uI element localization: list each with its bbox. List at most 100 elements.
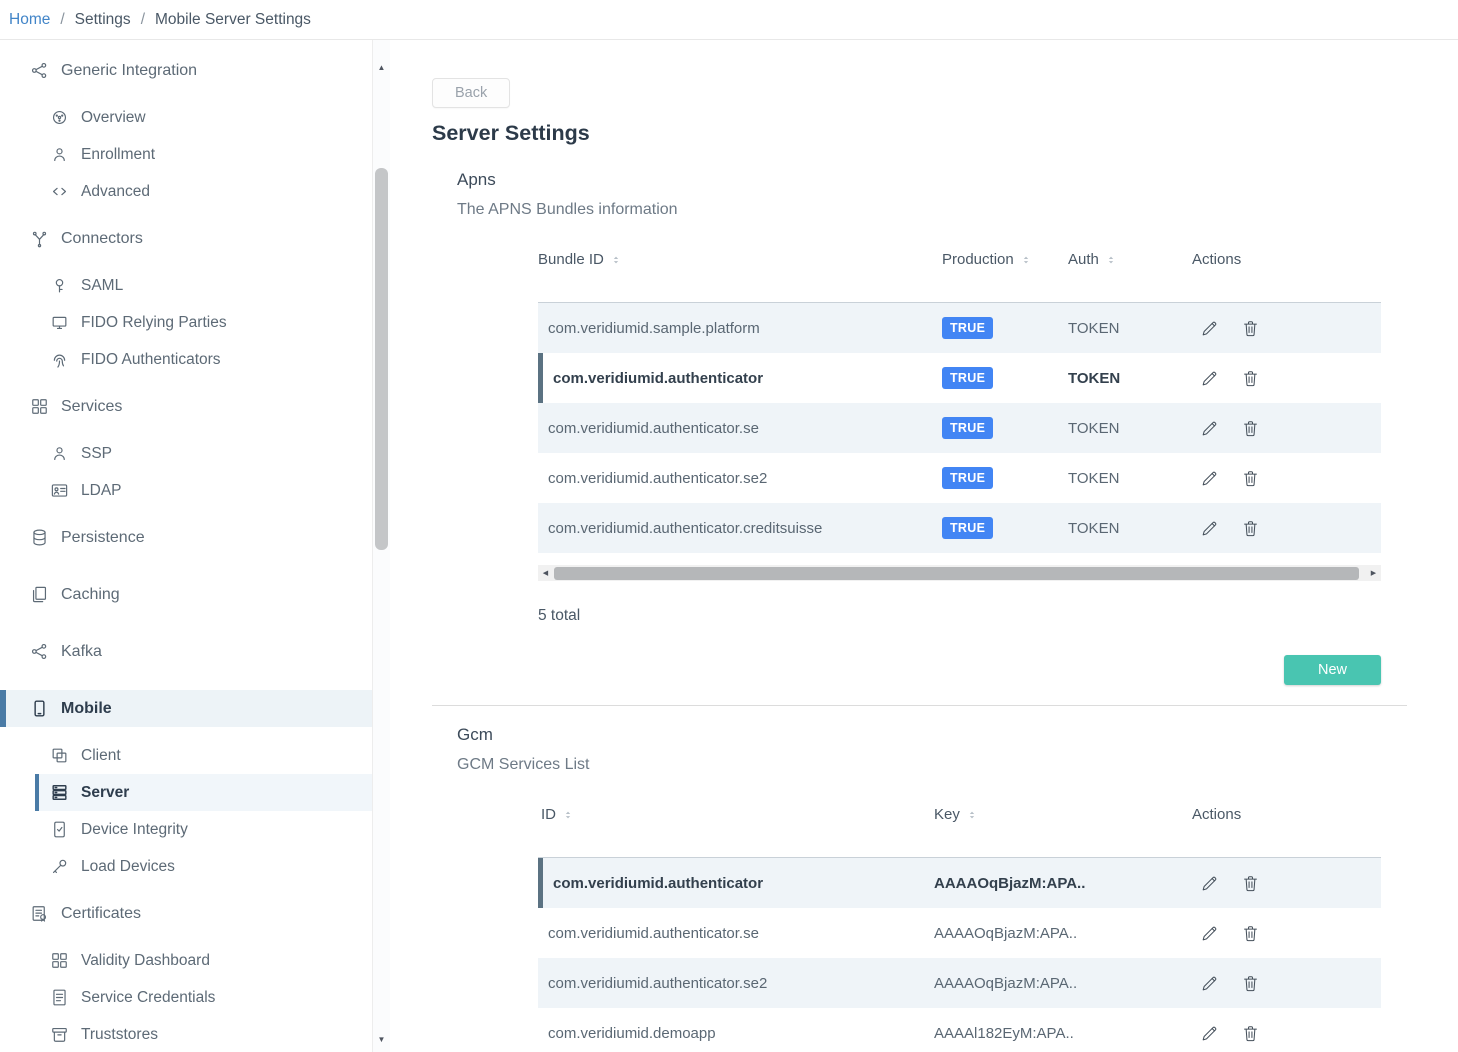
sidebar-item-validity-dashboard[interactable]: Validity Dashboard bbox=[0, 942, 372, 979]
id-cell: com.veridiumid.authenticator bbox=[543, 875, 928, 892]
edit-icon[interactable] bbox=[1200, 519, 1219, 538]
document-icon bbox=[50, 988, 69, 1007]
edit-icon[interactable] bbox=[1200, 469, 1219, 488]
database-icon bbox=[30, 528, 49, 547]
phone-icon bbox=[30, 699, 49, 718]
sidebar-item-caching[interactable]: Caching bbox=[0, 576, 372, 613]
fingerprint-icon bbox=[50, 350, 69, 369]
table-row[interactable]: com.veridiumid.authenticator.creditsuiss… bbox=[538, 503, 1381, 553]
sidebar-item-overview[interactable]: Overview bbox=[0, 99, 372, 136]
scroll-up-icon[interactable] bbox=[373, 60, 390, 74]
bundle-id-cell: com.veridiumid.authenticator.se2 bbox=[538, 470, 932, 487]
key-cell: AAAAOqBjazM:APA.. bbox=[928, 975, 1182, 992]
delete-icon[interactable] bbox=[1241, 924, 1260, 943]
sidebar-item-kafka[interactable]: Kafka bbox=[0, 633, 372, 670]
delete-icon[interactable] bbox=[1241, 469, 1260, 488]
sidebar-item-saml[interactable]: SAML bbox=[0, 267, 372, 304]
table-row[interactable]: com.veridiumid.authenticator.se2 AAAAOqB… bbox=[538, 958, 1381, 1008]
table-row[interactable]: com.veridiumid.demoapp AAAAl182EyM:APA.. bbox=[538, 1008, 1381, 1052]
sidebar-item-persistence[interactable]: Persistence bbox=[0, 519, 372, 556]
edit-icon[interactable] bbox=[1200, 924, 1219, 943]
table-row[interactable]: com.veridiumid.sample.platform TRUE TOKE… bbox=[538, 303, 1381, 353]
sidebar-item-services[interactable]: Services bbox=[0, 388, 372, 425]
sort-icon bbox=[1021, 253, 1031, 267]
back-button[interactable]: Back bbox=[432, 78, 510, 108]
column-header-bundle-id[interactable]: Bundle ID bbox=[538, 251, 932, 268]
edit-icon[interactable] bbox=[1200, 369, 1219, 388]
gcm-section-title: Gcm bbox=[457, 725, 1407, 745]
delete-icon[interactable] bbox=[1241, 419, 1260, 438]
sort-icon bbox=[967, 808, 977, 822]
key-cell: AAAAOqBjazM:APA.. bbox=[928, 875, 1182, 892]
screen-icon bbox=[50, 313, 69, 332]
sidebar-item-advanced[interactable]: Advanced bbox=[0, 173, 372, 210]
breadcrumb-settings[interactable]: Settings bbox=[75, 11, 131, 29]
sidebar-item-ssp[interactable]: SSP bbox=[0, 435, 372, 472]
sidebar-item-truststores[interactable]: Truststores bbox=[0, 1016, 372, 1052]
delete-icon[interactable] bbox=[1241, 974, 1260, 993]
table-row[interactable]: com.veridiumid.authenticator.se2 TRUE TO… bbox=[538, 453, 1381, 503]
edit-icon[interactable] bbox=[1200, 974, 1219, 993]
delete-icon[interactable] bbox=[1241, 319, 1260, 338]
sidebar-item-server[interactable]: Server bbox=[35, 774, 372, 811]
sidebar-item-client[interactable]: Client bbox=[0, 737, 372, 774]
production-badge: TRUE bbox=[942, 517, 993, 539]
sidebar-item-ldap[interactable]: LDAP bbox=[0, 472, 372, 509]
table-row[interactable]: com.veridiumid.authenticator.se TRUE TOK… bbox=[538, 403, 1381, 453]
edit-icon[interactable] bbox=[1200, 419, 1219, 438]
key-cell: AAAAOqBjazM:APA.. bbox=[928, 925, 1182, 942]
column-header-production[interactable]: Production bbox=[932, 251, 1058, 268]
sidebar-item-device-integrity[interactable]: Device Integrity bbox=[0, 811, 372, 848]
column-header-id[interactable]: ID bbox=[538, 806, 928, 823]
breadcrumb-home[interactable]: Home bbox=[9, 11, 50, 29]
table-row-selected[interactable]: com.veridiumid.authenticator AAAAOqBjazM… bbox=[538, 858, 1381, 908]
edit-icon[interactable] bbox=[1200, 1024, 1219, 1043]
delete-icon[interactable] bbox=[1241, 369, 1260, 388]
sidebar: Generic Integration Overview Enrollment … bbox=[0, 40, 372, 1052]
column-header-auth[interactable]: Auth bbox=[1058, 251, 1182, 268]
sidebar-item-fido-relying-parties[interactable]: FIDO Relying Parties bbox=[0, 304, 372, 341]
key-cell: AAAAl182EyM:APA.. bbox=[928, 1025, 1182, 1042]
bundle-id-cell: com.veridiumid.authenticator.creditsuiss… bbox=[538, 520, 932, 537]
sidebar-scrollbar[interactable] bbox=[372, 40, 390, 1052]
auth-cell: TOKEN bbox=[1058, 520, 1182, 537]
apns-total-count: 5 total bbox=[538, 607, 1407, 625]
delete-icon[interactable] bbox=[1241, 519, 1260, 538]
production-badge: TRUE bbox=[942, 367, 993, 389]
delete-icon[interactable] bbox=[1241, 1024, 1260, 1043]
sidebar-scrollbar-thumb[interactable] bbox=[375, 168, 388, 550]
bundle-id-cell: com.veridiumid.sample.platform bbox=[538, 320, 932, 337]
table-row[interactable]: com.veridiumid.authenticator.se AAAAOqBj… bbox=[538, 908, 1381, 958]
breadcrumb: Home / Settings / Mobile Server Settings bbox=[0, 0, 1458, 40]
sidebar-item-certificates[interactable]: Certificates bbox=[0, 895, 372, 932]
edit-icon[interactable] bbox=[1200, 874, 1219, 893]
table-horizontal-scrollbar[interactable] bbox=[538, 565, 1381, 581]
sidebar-item-service-credentials[interactable]: Service Credentials bbox=[0, 979, 372, 1016]
horizontal-scrollbar-thumb[interactable] bbox=[554, 567, 1359, 580]
new-button[interactable]: New bbox=[1284, 655, 1381, 685]
sidebar-item-connectors[interactable]: Connectors bbox=[0, 220, 372, 257]
auth-cell: TOKEN bbox=[1058, 370, 1182, 387]
scroll-left-icon[interactable] bbox=[538, 565, 553, 581]
sidebar-item-fido-authenticators[interactable]: FIDO Authenticators bbox=[0, 341, 372, 378]
certificate-icon bbox=[30, 904, 49, 923]
column-header-key[interactable]: Key bbox=[928, 806, 1182, 823]
sidebar-item-load-devices[interactable]: Load Devices bbox=[0, 848, 372, 885]
delete-icon[interactable] bbox=[1241, 874, 1260, 893]
breadcrumb-current: Mobile Server Settings bbox=[155, 11, 311, 29]
edit-icon[interactable] bbox=[1200, 319, 1219, 338]
table-row-selected[interactable]: com.veridiumid.authenticator TRUE TOKEN bbox=[538, 353, 1381, 403]
bundle-id-cell: com.veridiumid.authenticator.se bbox=[538, 420, 932, 437]
wrench-icon bbox=[50, 857, 69, 876]
auth-cell: TOKEN bbox=[1058, 420, 1182, 437]
scroll-right-icon[interactable] bbox=[1366, 565, 1381, 581]
key-icon bbox=[50, 276, 69, 295]
sidebar-item-generic-integration[interactable]: Generic Integration bbox=[0, 52, 372, 89]
sidebar-item-mobile[interactable]: Mobile bbox=[0, 690, 372, 727]
gcm-section-subtitle: GCM Services List bbox=[457, 756, 1407, 774]
sidebar-item-enrollment[interactable]: Enrollment bbox=[0, 136, 372, 173]
device-check-icon bbox=[50, 820, 69, 839]
client-icon bbox=[50, 746, 69, 765]
overview-icon bbox=[50, 108, 69, 127]
scroll-down-icon[interactable] bbox=[373, 1032, 390, 1046]
